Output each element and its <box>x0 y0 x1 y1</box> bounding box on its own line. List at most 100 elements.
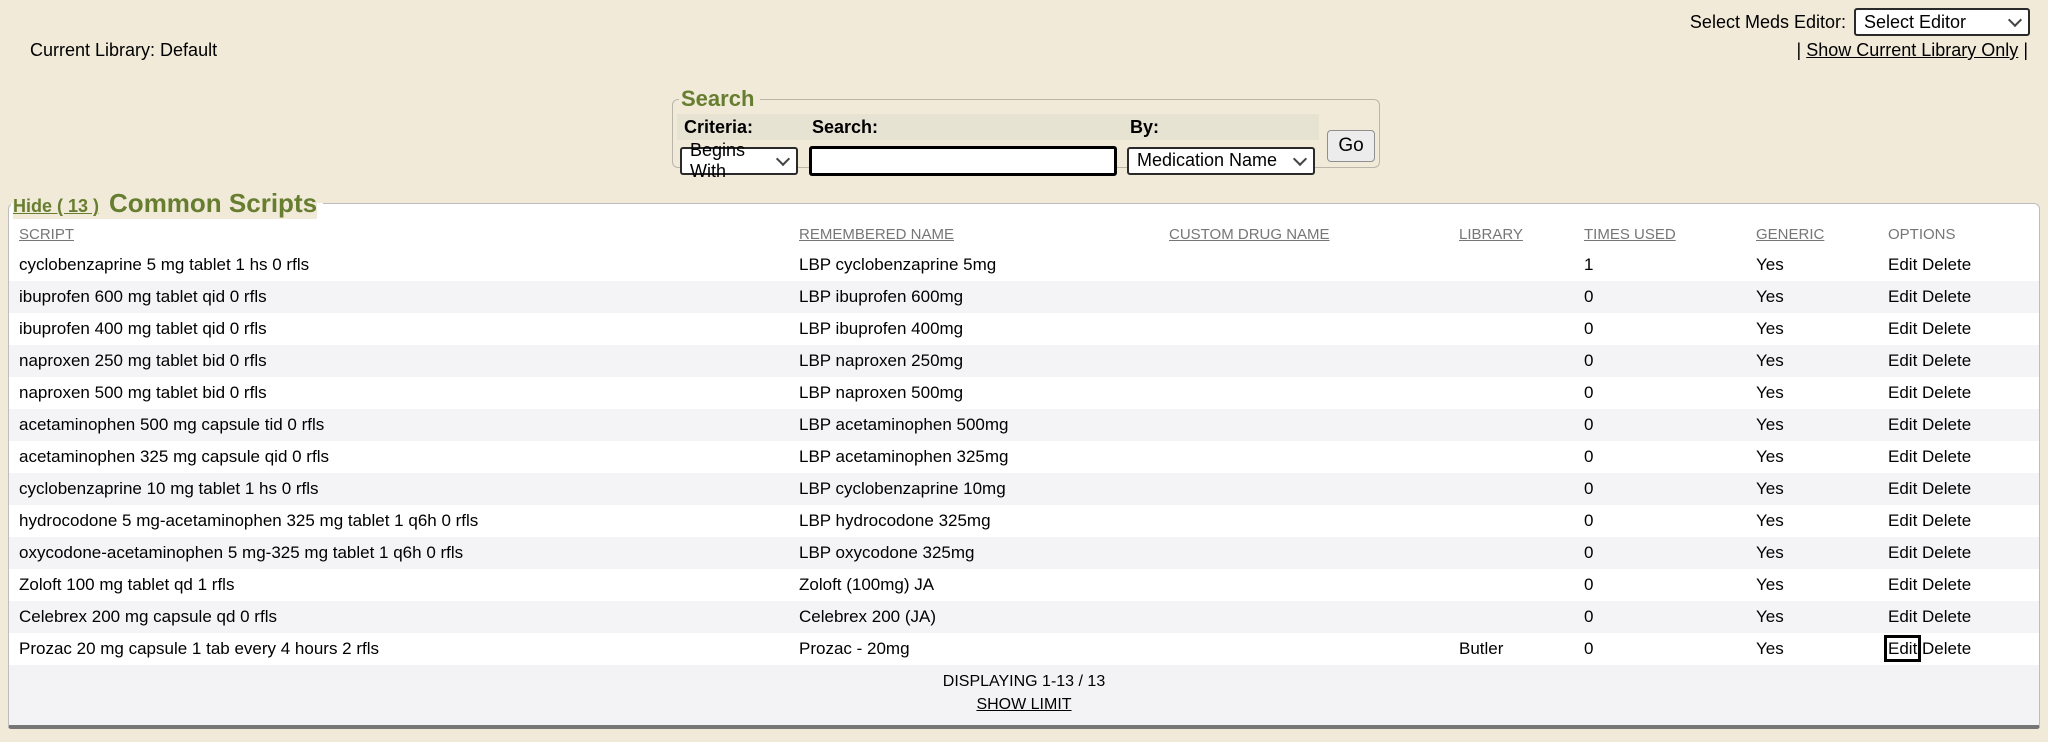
by-select[interactable]: Medication Name <box>1127 147 1315 175</box>
table-footer-row: DISPLAYING 1-13 / 13 SHOW LIMIT <box>9 665 2039 725</box>
column-header-custom-drug-name: CUSTOM DRUG NAME <box>1159 219 1449 249</box>
times-used-cell: 0 <box>1574 377 1746 409</box>
scripts-table-body: cyclobenzaprine 5 mg tablet 1 hs 0 rfls … <box>9 249 2039 665</box>
edit-link[interactable]: Edit <box>1888 415 1917 434</box>
delete-link[interactable]: Delete <box>1922 447 1971 466</box>
column-header-library: LIBRARY <box>1449 219 1574 249</box>
script-cell: Celebrex 200 mg capsule qd 0 rfls <box>9 601 789 633</box>
search-label: Search: <box>805 114 1123 140</box>
show-limit-link[interactable]: SHOW LIMIT <box>976 696 1071 713</box>
generic-cell: Yes <box>1746 601 1878 633</box>
library-cell: Butler <box>1449 633 1574 665</box>
generic-cell: Yes <box>1746 569 1878 601</box>
delete-link[interactable]: Delete <box>1922 255 1971 274</box>
meds-editor-label: Select Meds Editor: <box>1690 12 1846 33</box>
times-used-cell: 0 <box>1574 281 1746 313</box>
library-cell <box>1449 473 1574 505</box>
delete-link[interactable]: Delete <box>1922 383 1971 402</box>
chevron-down-icon <box>1293 151 1307 165</box>
edit-link[interactable]: Edit <box>1888 511 1917 530</box>
common-scripts-title: Common Scripts <box>109 188 317 219</box>
script-cell: Zoloft 100 mg tablet qd 1 rfls <box>9 569 789 601</box>
custom-drug-name-cell <box>1159 409 1449 441</box>
edit-link[interactable]: Edit <box>1888 575 1917 594</box>
library-cell <box>1449 377 1574 409</box>
script-cell: acetaminophen 500 mg capsule tid 0 rfls <box>9 409 789 441</box>
times-used-cell: 0 <box>1574 313 1746 345</box>
script-cell: cyclobenzaprine 10 mg tablet 1 hs 0 rfls <box>9 473 789 505</box>
edit-link[interactable]: Edit <box>1888 447 1917 466</box>
generic-cell: Yes <box>1746 313 1878 345</box>
edit-link[interactable]: Edit <box>1888 639 1917 658</box>
times-used-cell: 0 <box>1574 505 1746 537</box>
custom-drug-name-cell <box>1159 569 1449 601</box>
options-cell: Edit Delete <box>1878 633 2039 665</box>
go-button[interactable]: Go <box>1327 130 1375 162</box>
times-used-cell: 0 <box>1574 473 1746 505</box>
custom-drug-name-cell <box>1159 633 1449 665</box>
custom-drug-name-cell <box>1159 473 1449 505</box>
edit-link[interactable]: Edit <box>1888 351 1917 370</box>
delete-link[interactable]: Delete <box>1922 319 1971 338</box>
library-cell <box>1449 249 1574 281</box>
remembered-name-cell: LBP oxycodone 325mg <box>789 537 1159 569</box>
custom-drug-name-cell <box>1159 441 1449 473</box>
library-cell <box>1449 313 1574 345</box>
by-selected-value: Medication Name <box>1137 150 1277 171</box>
table-row: ibuprofen 600 mg tablet qid 0 rfls LBP i… <box>9 281 2039 313</box>
meds-editor-select[interactable]: Select Editor <box>1854 8 2030 36</box>
current-library-label: Current Library: Default <box>30 40 217 61</box>
search-input[interactable] <box>809 146 1117 176</box>
delete-link[interactable]: Delete <box>1922 575 1971 594</box>
script-cell: ibuprofen 400 mg tablet qid 0 rfls <box>9 313 789 345</box>
library-cell <box>1449 505 1574 537</box>
times-used-cell: 0 <box>1574 537 1746 569</box>
generic-cell: Yes <box>1746 441 1878 473</box>
delete-link[interactable]: Delete <box>1922 415 1971 434</box>
show-current-library-link[interactable]: Show Current Library Only <box>1806 40 2018 60</box>
options-cell: Edit Delete <box>1878 601 2039 633</box>
remembered-name-cell: LBP hydrocodone 325mg <box>789 505 1159 537</box>
remembered-name-cell: LBP ibuprofen 600mg <box>789 281 1159 313</box>
remembered-name-cell: LBP cyclobenzaprine 5mg <box>789 249 1159 281</box>
script-cell: oxycodone-acetaminophen 5 mg-325 mg tabl… <box>9 537 789 569</box>
table-row: acetaminophen 325 mg capsule qid 0 rfls … <box>9 441 2039 473</box>
generic-cell: Yes <box>1746 473 1878 505</box>
generic-cell: Yes <box>1746 409 1878 441</box>
displaying-status: DISPLAYING 1-13 / 13 <box>9 671 2039 692</box>
options-cell: Edit Delete <box>1878 537 2039 569</box>
delete-link[interactable]: Delete <box>1922 607 1971 626</box>
delete-link[interactable]: Delete <box>1922 287 1971 306</box>
edit-link[interactable]: Edit <box>1888 543 1917 562</box>
delete-link[interactable]: Delete <box>1922 543 1971 562</box>
delete-link[interactable]: Delete <box>1922 639 1971 658</box>
remembered-name-cell: LBP acetaminophen 325mg <box>789 441 1159 473</box>
delete-link[interactable]: Delete <box>1922 479 1971 498</box>
search-legend-text: Search <box>681 86 754 111</box>
custom-drug-name-cell <box>1159 601 1449 633</box>
script-cell: acetaminophen 325 mg capsule qid 0 rfls <box>9 441 789 473</box>
hide-link[interactable]: Hide ( 13 ) <box>13 196 99 217</box>
column-header-script: SCRIPT <box>9 219 789 249</box>
table-row: hydrocodone 5 mg-acetaminophen 325 mg ta… <box>9 505 2039 537</box>
table-row: naproxen 500 mg tablet bid 0 rfls LBP na… <box>9 377 2039 409</box>
generic-cell: Yes <box>1746 345 1878 377</box>
criteria-select[interactable]: Begins With <box>680 147 798 175</box>
edit-link[interactable]: Edit <box>1888 319 1917 338</box>
custom-drug-name-cell <box>1159 313 1449 345</box>
edit-link[interactable]: Edit <box>1888 255 1917 274</box>
edit-link[interactable]: Edit <box>1888 287 1917 306</box>
delete-link[interactable]: Delete <box>1922 511 1971 530</box>
edit-link[interactable]: Edit <box>1888 383 1917 402</box>
remembered-name-cell: LBP naproxen 500mg <box>789 377 1159 409</box>
table-row: cyclobenzaprine 5 mg tablet 1 hs 0 rfls … <box>9 249 2039 281</box>
script-cell: cyclobenzaprine 5 mg tablet 1 hs 0 rfls <box>9 249 789 281</box>
library-cell <box>1449 345 1574 377</box>
table-row: Celebrex 200 mg capsule qd 0 rfls Celebr… <box>9 601 2039 633</box>
edit-link[interactable]: Edit <box>1888 479 1917 498</box>
edit-link[interactable]: Edit <box>1888 607 1917 626</box>
options-cell: Edit Delete <box>1878 377 2039 409</box>
options-cell: Edit Delete <box>1878 313 2039 345</box>
generic-cell: Yes <box>1746 633 1878 665</box>
delete-link[interactable]: Delete <box>1922 351 1971 370</box>
